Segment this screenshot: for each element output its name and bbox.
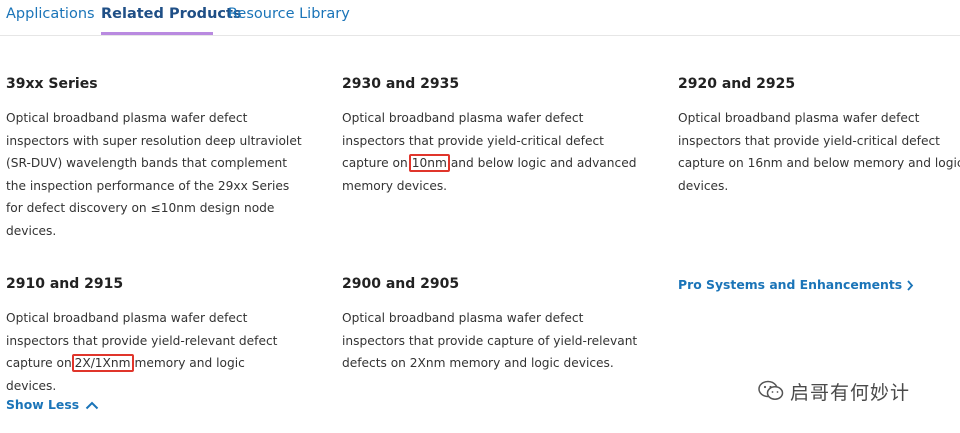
active-tab-indicator <box>101 32 213 35</box>
product-card-2920: 2920 and 2925 Optical broadband plasma w… <box>678 76 960 197</box>
product-description: Optical broadband plasma wafer defect in… <box>678 111 960 193</box>
product-card-39xx: 39xx Series Optical broadband plasma waf… <box>6 76 306 243</box>
product-description: Optical broadband plasma wafer defect in… <box>342 107 642 197</box>
highlight-box: 2X/1Xnm <box>71 354 134 373</box>
show-less-button[interactable]: Show Less <box>6 397 99 412</box>
pro-systems-label: Pro Systems and Enhancements <box>678 277 903 292</box>
tab-related-products[interactable]: Related Products <box>101 6 242 22</box>
product-title[interactable]: 2920 and 2925 <box>678 76 960 92</box>
tab-resource-library[interactable]: Resource Library <box>228 6 350 22</box>
chevron-right-icon <box>907 280 914 291</box>
highlight-box: 10nm <box>408 154 450 173</box>
product-title[interactable]: 2930 and 2935 <box>342 76 642 92</box>
product-title[interactable]: 2910 and 2915 <box>6 276 296 292</box>
chevron-up-icon <box>85 401 99 410</box>
watermark: 启哥有何妙计 <box>758 378 910 404</box>
product-card-2930: 2930 and 2935 Optical broadband plasma w… <box>342 76 642 197</box>
product-description: Optical broadband plasma wafer defect in… <box>342 311 638 371</box>
product-description: Optical broadband plasma wafer defect in… <box>6 111 302 238</box>
pro-systems-link[interactable]: Pro Systems and Enhancements <box>678 277 914 292</box>
product-description: Optical broadband plasma wafer defect in… <box>6 307 296 397</box>
tab-bar: Applications Related Products Resource L… <box>0 0 960 36</box>
tab-applications[interactable]: Applications <box>6 6 95 22</box>
product-card-2910: 2910 and 2915 Optical broadband plasma w… <box>6 276 296 397</box>
watermark-text: 启哥有何妙计 <box>790 381 911 404</box>
show-less-label: Show Less <box>6 397 80 412</box>
product-title[interactable]: 2900 and 2905 <box>342 276 642 292</box>
product-card-2900: 2900 and 2905 Optical broadband plasma w… <box>342 276 642 375</box>
wechat-icon <box>758 380 784 400</box>
product-title[interactable]: 39xx Series <box>6 76 306 92</box>
